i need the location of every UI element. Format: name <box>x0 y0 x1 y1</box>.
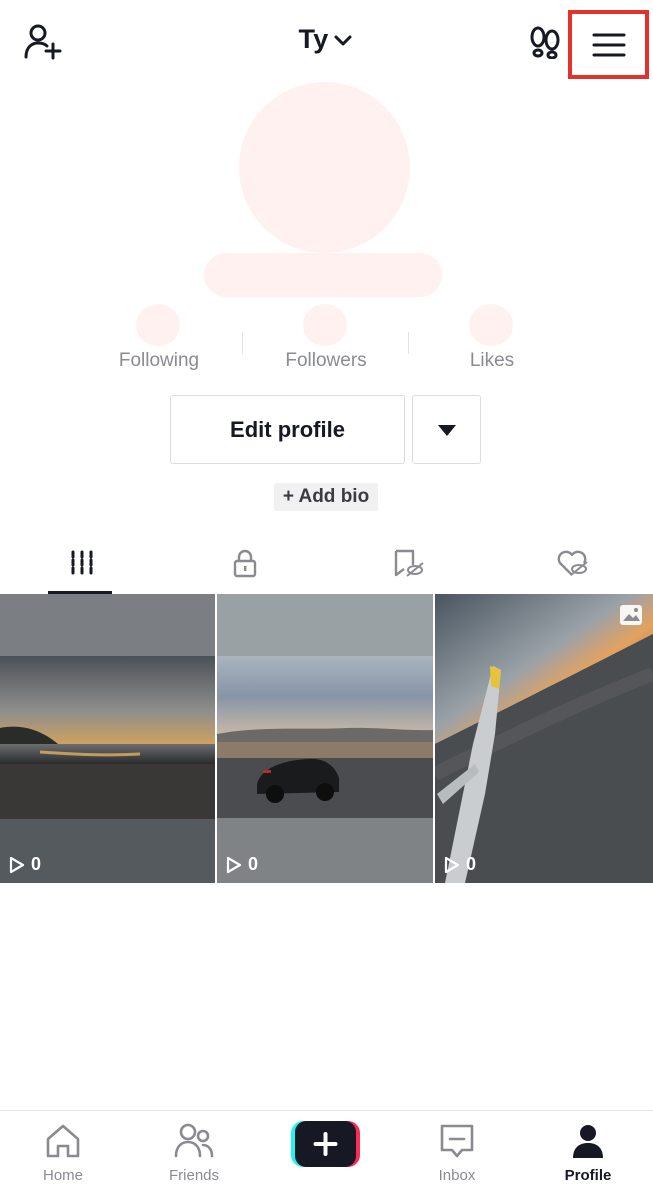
nav-friends[interactable]: Friends <box>144 1121 244 1193</box>
view-count-value: 0 <box>248 854 259 874</box>
video-thumbnail-image <box>0 594 215 883</box>
following-stat[interactable]: Following <box>79 350 239 372</box>
tab-liked[interactable] <box>490 532 653 594</box>
caret-down-icon <box>437 424 456 436</box>
display-name-redacted <box>204 253 442 297</box>
chevron-down-icon <box>334 35 352 45</box>
profile-views-button[interactable] <box>522 20 568 64</box>
following-count-redacted <box>136 304 180 346</box>
nav-inbox[interactable]: Inbox <box>407 1121 507 1193</box>
create-plus-icon <box>291 1121 360 1167</box>
photo-thumbnail[interactable]: 0 <box>435 594 653 883</box>
video-thumbnail-image <box>217 594 433 883</box>
menu-button[interactable] <box>568 10 649 79</box>
tab-favorites[interactable] <box>326 532 489 594</box>
stat-divider <box>242 332 243 354</box>
friends-icon <box>174 1123 214 1158</box>
nav-profile[interactable]: Profile <box>538 1121 638 1193</box>
footprints-icon <box>530 26 560 59</box>
nav-friends-label: Friends <box>168 1167 220 1184</box>
video-thumbnail[interactable]: 0 <box>0 594 215 883</box>
tab-private[interactable] <box>163 532 326 594</box>
video-thumbnail-image <box>435 594 653 883</box>
videos-grid-icon <box>71 550 92 576</box>
home-icon <box>46 1124 80 1158</box>
view-count: 0 <box>9 854 41 875</box>
likes-count-redacted <box>469 304 513 346</box>
add-bio-button[interactable]: + Add bio <box>274 483 378 511</box>
play-icon <box>226 856 242 873</box>
top-bar: Ty <box>0 0 653 84</box>
avatar[interactable] <box>239 82 410 253</box>
nav-inbox-label: Inbox <box>438 1167 476 1184</box>
photo-badge-icon <box>620 605 642 625</box>
view-count: 0 <box>226 854 258 875</box>
followers-count-redacted <box>303 304 347 346</box>
play-icon <box>9 856 25 873</box>
profile-more-button[interactable] <box>412 395 481 464</box>
profile-icon <box>573 1125 603 1158</box>
private-lock-icon <box>233 549 256 578</box>
nav-home-label: Home <box>42 1167 83 1184</box>
stat-divider <box>408 332 409 354</box>
video-grid: 0 0 0 <box>0 594 653 883</box>
create-button[interactable] <box>291 1121 360 1167</box>
view-count-value: 0 <box>466 854 477 874</box>
favorites-hidden-icon <box>394 549 424 577</box>
nav-home[interactable]: Home <box>13 1121 113 1193</box>
video-thumbnail[interactable]: 0 <box>217 594 433 883</box>
username: Ty <box>298 24 329 54</box>
profile-tabs <box>0 532 653 594</box>
followers-stat[interactable]: Followers <box>246 350 406 372</box>
liked-hidden-icon <box>557 550 588 576</box>
inbox-icon <box>440 1124 474 1158</box>
edit-profile-button[interactable]: Edit profile <box>170 395 405 464</box>
play-icon <box>444 856 460 873</box>
menu-icon <box>592 33 625 56</box>
view-count-value: 0 <box>31 854 42 874</box>
bottom-nav: Home Friends Inbox Profile <box>0 1110 653 1200</box>
view-count: 0 <box>444 854 476 875</box>
tab-videos[interactable] <box>0 532 163 594</box>
nav-profile-label: Profile <box>564 1167 612 1184</box>
likes-stat[interactable]: Likes <box>412 350 572 372</box>
